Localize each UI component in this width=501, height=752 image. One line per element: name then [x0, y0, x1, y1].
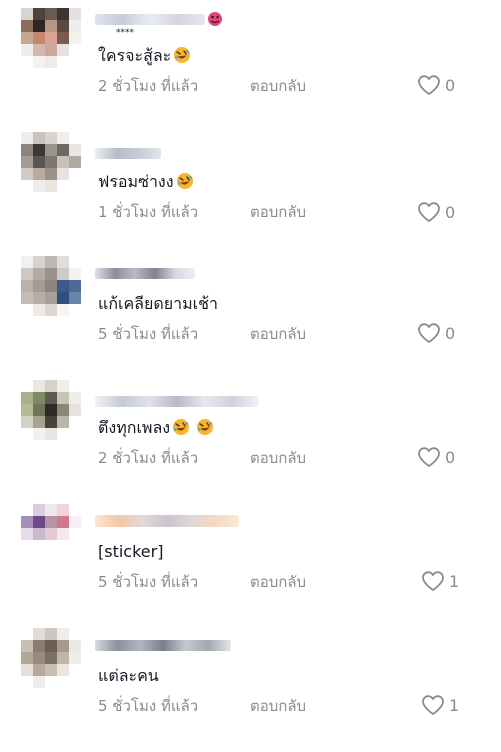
avatar[interactable] — [21, 380, 81, 440]
username[interactable] — [95, 394, 259, 408]
reply-button[interactable]: ตอบกลับ — [250, 572, 306, 592]
avatar[interactable] — [21, 132, 81, 192]
comment-text: ใครจะสู้ละ — [98, 46, 191, 66]
reply-button[interactable]: ตอบกลับ — [250, 202, 306, 222]
reply-button[interactable]: ตอบกลับ — [250, 448, 306, 468]
reply-button[interactable]: ตอบกลับ — [250, 76, 306, 96]
comment-text: แต่ละคน — [98, 666, 159, 686]
like-count: 1 — [449, 571, 460, 591]
username[interactable] — [95, 12, 223, 26]
avatar[interactable] — [21, 8, 81, 68]
username-blur — [95, 267, 195, 279]
like-button[interactable]: 0 — [417, 201, 455, 223]
tongue-emoji-icon — [208, 12, 222, 26]
username-blur — [95, 395, 259, 407]
reply-button[interactable]: ตอบกลับ — [250, 324, 306, 344]
heart-outline-icon — [418, 447, 440, 467]
username-blur — [95, 515, 239, 527]
heart-outline-icon — [422, 571, 444, 591]
username[interactable] — [95, 146, 161, 160]
comment-timestamp: 5 ชั่วโมง ที่แล้ว — [98, 697, 199, 715]
comment-timestamp: 1 ชั่วโมง ที่แล้ว — [98, 203, 199, 221]
like-count: 0 — [445, 75, 456, 95]
username-blur — [95, 147, 161, 159]
heart-outline-icon — [418, 323, 440, 343]
like-count: 0 — [445, 447, 456, 467]
username-partial: **** — [116, 28, 134, 38]
rofl-emoji-icon — [176, 173, 193, 189]
rofl-emoji-icon — [174, 47, 191, 63]
comment-item: ตึงทุกเพลง 2 ชั่วโมง ที่แล้ว ตอบกลับ 0 — [0, 380, 501, 504]
username[interactable] — [95, 638, 231, 652]
comment-text-content: [sticker] — [98, 542, 164, 561]
comment-item: แต่ละคน 5 ชั่วโมง ที่แล้ว ตอบกลับ 1 — [0, 628, 501, 752]
heart-outline-icon — [418, 75, 440, 95]
avatar[interactable] — [21, 256, 81, 316]
comment-text-content: ใครจะสู้ละ — [98, 46, 172, 65]
avatar[interactable] — [21, 628, 81, 688]
comment-text-content: ตึงทุกเพลง — [98, 418, 171, 437]
rofl-emoji-icon — [197, 419, 214, 435]
username-blur — [95, 13, 205, 25]
comment-text: แก้เคลียดยามเช้า — [98, 294, 218, 314]
like-button[interactable]: 0 — [417, 74, 455, 96]
like-button[interactable]: 0 — [417, 322, 455, 344]
heart-outline-icon — [422, 695, 444, 715]
username[interactable] — [95, 266, 195, 280]
comment-text-content: ฟรอมซ่างง — [98, 172, 174, 191]
comment-timestamp: 5 ชั่วโมง ที่แล้ว — [98, 573, 199, 591]
comment-item: แก้เคลียดยามเช้า 5 ชั่วโมง ที่แล้ว ตอบกล… — [0, 256, 501, 380]
comment-timestamp: 2 ชั่วโมง ที่แล้ว — [98, 77, 199, 95]
avatar[interactable] — [21, 504, 81, 564]
like-button[interactable]: 1 — [421, 694, 459, 716]
heart-outline-icon — [418, 202, 440, 222]
comment-text: ฟรอมซ่างง — [98, 172, 194, 192]
comment-timestamp: 5 ชั่วโมง ที่แล้ว — [98, 325, 199, 343]
comment-text-content: แก้เคลียดยามเช้า — [98, 294, 218, 313]
comment-text-content: แต่ละคน — [98, 666, 159, 685]
like-button[interactable]: 0 — [417, 446, 455, 468]
reply-button[interactable]: ตอบกลับ — [250, 696, 306, 716]
comment-text: [sticker] — [98, 542, 163, 562]
like-count: 1 — [449, 695, 460, 715]
like-count: 0 — [445, 323, 456, 343]
username-blur — [95, 639, 231, 651]
comment-item: [sticker] 5 ชั่วโมง ที่แล้ว ตอบกลับ 1 — [0, 504, 501, 628]
like-button[interactable]: 1 — [421, 570, 459, 592]
comment-item: **** ใครจะสู้ละ 2 ชั่วโมง ที่แล้ว ตอบกลั… — [0, 8, 501, 132]
rofl-emoji-icon — [173, 419, 190, 435]
comment-timestamp: 2 ชั่วโมง ที่แล้ว — [98, 449, 199, 467]
like-count: 0 — [445, 202, 456, 222]
username[interactable] — [95, 514, 239, 528]
comment-text: ตึงทุกเพลง — [98, 418, 214, 438]
comment-item: ฟรอมซ่างง 1 ชั่วโมง ที่แล้ว ตอบกลับ 0 — [0, 132, 501, 256]
